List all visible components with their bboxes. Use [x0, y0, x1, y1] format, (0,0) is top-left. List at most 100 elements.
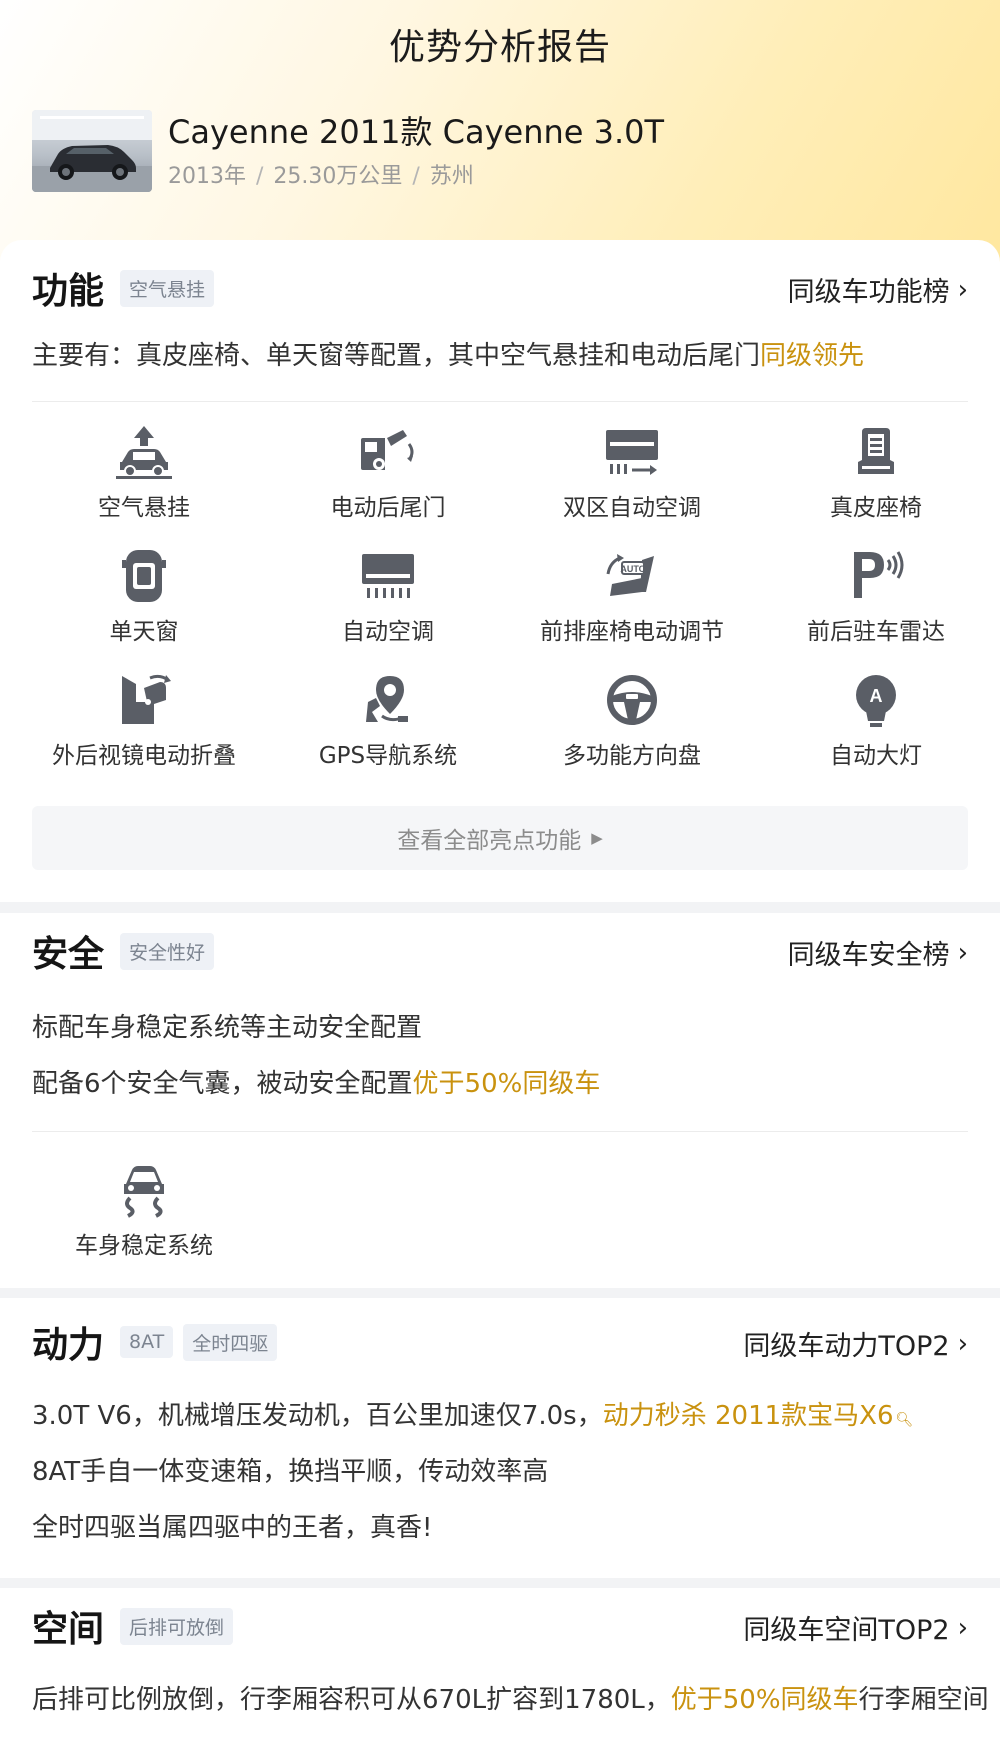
feature-label: 自动空调 [342, 619, 434, 645]
feature-label: 真皮座椅 [830, 495, 922, 521]
features-desc-text: 主要有：真皮座椅、单天窗等配置，其中空气悬挂和电动后尾门 [32, 341, 761, 371]
features-header: 功能 空气悬挂 同级车功能榜 › [32, 264, 968, 312]
feature-item[interactable]: 车身稳定系统 [22, 1158, 266, 1282]
auto-ac-icon [353, 544, 423, 608]
car-thumbnail[interactable] [32, 110, 152, 192]
feature-item[interactable]: 自动空调 [266, 544, 510, 668]
sunroof-icon [109, 544, 179, 608]
features-rank-link[interactable]: 同级车功能榜 › [788, 270, 968, 309]
car-meta: 2013年 / 25.30万公里 / 苏州 [168, 158, 664, 190]
power-line-1-text: 3.0T V6，机械增压发动机，百公里加速仅7.0s， [32, 1401, 603, 1431]
features-description: 主要有：真皮座椅、单天窗等配置，其中空气悬挂和电动后尾门同级领先 [32, 336, 972, 376]
features-tag: 空气悬挂 [120, 269, 215, 307]
space-card: 空间 后排可放倒 同级车空间TOP2 › 后排可比例放倒，行李厢容积可从670L… [0, 1588, 1000, 1740]
feature-item[interactable]: 外后视镜电动折叠 [22, 668, 266, 792]
meta-separator: / [256, 164, 264, 189]
stability-control-icon [109, 1158, 179, 1222]
feature-label: 前排座椅电动调节 [540, 619, 724, 645]
chevron-right-icon: › [957, 937, 968, 968]
feature-item[interactable]: A 自动大灯 [754, 668, 998, 792]
safety-grid: 车身稳定系统 [22, 1158, 1000, 1282]
divider [32, 401, 968, 402]
power-title: 动力 [32, 1325, 105, 1366]
space-rank-link[interactable]: 同级车空间TOP2 › [743, 1608, 968, 1647]
page-title: 优势分析报告 [388, 27, 611, 68]
view-all-features-button[interactable]: 查看全部亮点功能 ▶ [32, 806, 968, 870]
feature-label: 自动大灯 [830, 743, 922, 769]
safety-tag: 安全性好 [120, 932, 215, 970]
feature-label: 多功能方向盘 [563, 743, 701, 769]
feature-item[interactable]: 前后驻车雷达 [754, 544, 998, 668]
car-header: Cayenne 2011款 Cayenne 3.0T 2013年 / 25.30万公… [32, 110, 664, 192]
feature-label: 双区自动空调 [563, 495, 701, 521]
svg-text:AUTO: AUTO [620, 564, 645, 574]
divider [32, 1131, 968, 1132]
power-tag: 8AT [120, 1326, 174, 1358]
features-title: 功能 [32, 271, 105, 312]
meta-separator: / [412, 164, 420, 189]
feature-item[interactable]: 双区自动空调 [510, 420, 754, 544]
safety-rank-link[interactable]: 同级车安全榜 › [788, 933, 968, 972]
power-card: 动力 8AT 全时四驱 同级车动力TOP2 › 3.0T V6，机械增压发动机，… [0, 1298, 1000, 1578]
safety-header: 安全 安全性好 同级车安全榜 › [32, 927, 968, 975]
feature-item[interactable]: 电动后尾门 [266, 420, 510, 544]
feature-item[interactable]: 真皮座椅 [754, 420, 998, 544]
power-compare-link[interactable]: 动力秒杀 2011款宝马X6 [603, 1401, 894, 1431]
chevron-right-icon: › [957, 1612, 968, 1643]
gps-icon [353, 668, 423, 732]
space-line-1-suffix: 行李厢空间 [858, 1685, 989, 1715]
leather-seat-icon [841, 420, 911, 484]
feature-label: 外后视镜电动折叠 [52, 743, 236, 769]
feature-label: GPS导航系统 [318, 743, 458, 769]
power-rank-link[interactable]: 同级车动力TOP2 › [743, 1324, 968, 1363]
power-seat-icon: AUTO [597, 544, 667, 608]
feature-label: 前后驻车雷达 [807, 619, 945, 645]
view-all-label: 查看全部亮点功能 [397, 828, 582, 854]
safety-card: 安全 安全性好 同级车安全榜 › 标配车身稳定系统等主动安全配置 配备6个安全气… [0, 913, 1000, 1288]
mirror-fold-icon [109, 668, 179, 732]
chevron-right-icon: › [957, 274, 968, 305]
car-mileage: 25.30万公里 [273, 164, 403, 189]
space-line-1-highlight: 优于50%同级车 [670, 1685, 859, 1715]
chevron-right-icon: › [957, 1328, 968, 1359]
features-rank-label: 同级车功能榜 [787, 277, 950, 308]
space-title: 空间 [32, 1609, 105, 1650]
car-year: 2013年 [168, 164, 246, 189]
safety-line-2: 配备6个安全气囊，被动安全配置优于50%同级车 [32, 1064, 972, 1104]
feature-label: 车身稳定系统 [75, 1233, 213, 1259]
power-tailgate-icon [353, 420, 423, 484]
car-city: 苏州 [429, 164, 474, 189]
safety-line-2-highlight: 优于50%同级车 [412, 1069, 601, 1099]
feature-label: 单天窗 [109, 619, 179, 645]
steering-wheel-icon [597, 668, 667, 732]
feature-label: 空气悬挂 [98, 495, 190, 521]
features-grid: 空气悬挂 电动后尾门 双区自动空调 真皮座椅 单天窗 自动空调 AUTO 前排座… [22, 420, 1000, 792]
svg-text:A: A [870, 686, 883, 706]
feature-item[interactable]: 多功能方向盘 [510, 668, 754, 792]
feature-label: 电动后尾门 [330, 495, 446, 521]
feature-item[interactable]: 空气悬挂 [22, 420, 266, 544]
power-rank-label: 同级车动力TOP2 [743, 1331, 950, 1362]
space-tag: 后排可放倒 [120, 1607, 234, 1645]
space-rank-label: 同级车空间TOP2 [743, 1615, 950, 1646]
air-suspension-icon [109, 420, 179, 484]
parking-radar-icon [841, 544, 911, 608]
space-line-1: 后排可比例放倒，行李厢容积可从670L扩容到1780L，优于50%同级车行李厢空… [32, 1680, 989, 1720]
auto-headlight-icon: A [841, 668, 911, 732]
car-name: Cayenne 2011款 Cayenne 3.0T [168, 113, 665, 151]
safety-line-2-text: 配备6个安全气囊，被动安全配置 [32, 1069, 413, 1099]
safety-line-1: 标配车身稳定系统等主动安全配置 [32, 1013, 423, 1043]
safety-rank-label: 同级车安全榜 [787, 940, 950, 971]
search-icon[interactable]: 🔍︎ [896, 1412, 914, 1428]
safety-title: 安全 [32, 934, 105, 975]
features-card: 功能 空气悬挂 同级车功能榜 › 主要有：真皮座椅、单天窗等配置，其中空气悬挂和… [0, 240, 1000, 902]
feature-item[interactable]: AUTO 前排座椅电动调节 [510, 544, 754, 668]
features-desc-highlight: 同级领先 [760, 341, 865, 371]
feature-item[interactable]: GPS导航系统 [266, 668, 510, 792]
dual-zone-ac-icon [597, 420, 667, 484]
power-header: 动力 8AT 全时四驱 同级车动力TOP2 › [32, 1318, 968, 1366]
triangle-right-icon: ▶ [591, 829, 603, 847]
power-tag: 全时四驱 [183, 1323, 278, 1361]
power-line-1: 3.0T V6，机械增压发动机，百公里加速仅7.0s，动力秒杀 2011款宝马X… [32, 1396, 972, 1440]
feature-item[interactable]: 单天窗 [22, 544, 266, 668]
